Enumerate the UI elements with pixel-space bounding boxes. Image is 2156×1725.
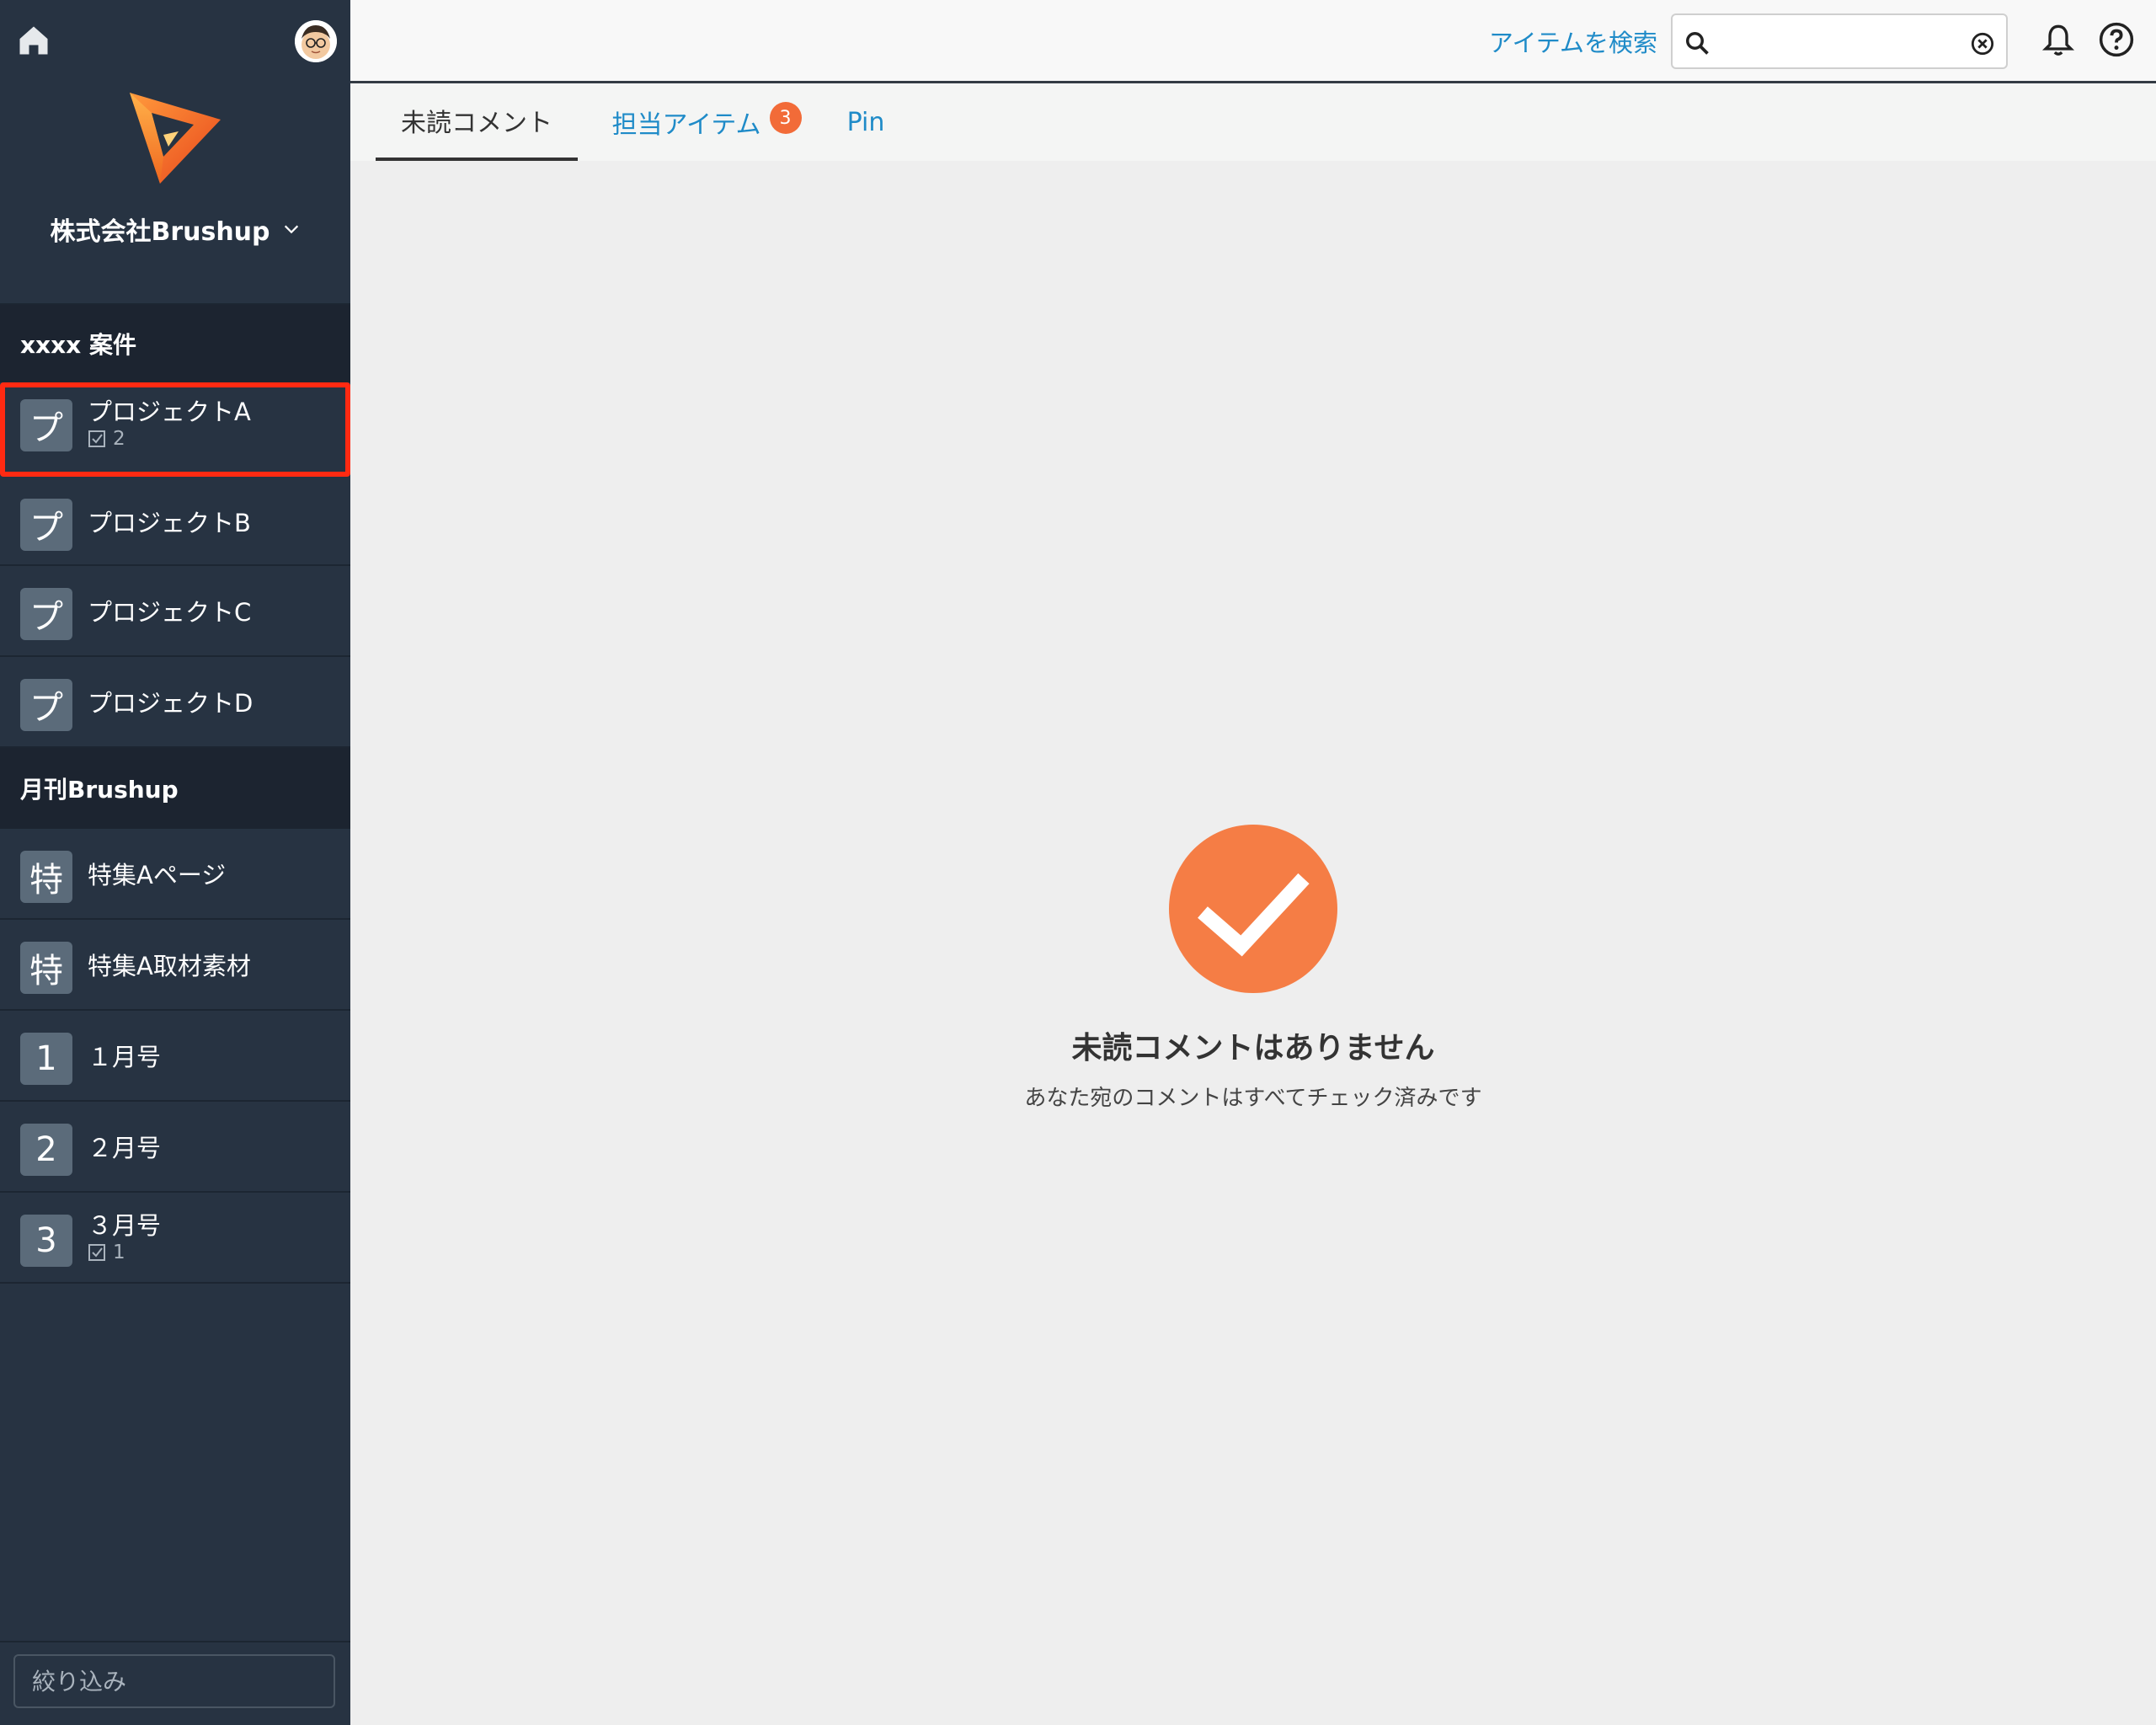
section-header-xxxx: xxxx 案件 bbox=[0, 305, 350, 382]
section-title: 月刊Brushup bbox=[20, 776, 179, 804]
task-count-value: 1 bbox=[113, 1242, 125, 1263]
task-count: 1 bbox=[88, 1242, 125, 1263]
sidebar-item-feature-a-page[interactable]: 特 特集Aページ bbox=[0, 829, 350, 920]
filter-input[interactable] bbox=[13, 1654, 335, 1708]
sidebar-item-label: 特集Aページ bbox=[88, 861, 227, 889]
item-search-link[interactable]: アイテムを検索 bbox=[1489, 24, 1657, 59]
help-icon[interactable] bbox=[2099, 22, 2134, 57]
project-tile: 1 bbox=[20, 1033, 72, 1085]
org-switcher[interactable]: 株式会社Brushup bbox=[0, 209, 350, 249]
project-tile: 特 bbox=[20, 851, 72, 903]
checkbox-icon bbox=[88, 430, 105, 447]
sidebar-item-march[interactable]: 3 ３月号 1 bbox=[0, 1193, 350, 1284]
clear-icon[interactable] bbox=[1971, 32, 1994, 56]
tab-label: 未読コメント bbox=[401, 109, 552, 138]
sidebar-item-label: ３月号 bbox=[88, 1211, 162, 1240]
sidebar-item-january[interactable]: 1 １月号 bbox=[0, 1011, 350, 1102]
sidebar-item-label: プロジェクトC bbox=[88, 598, 252, 627]
check-circle-icon bbox=[1169, 825, 1337, 993]
sidebar-item-project-b[interactable]: プ プロジェクトB bbox=[0, 477, 350, 566]
project-tile: 2 bbox=[20, 1124, 72, 1176]
project-tile: プ bbox=[20, 499, 72, 551]
search-icon bbox=[1686, 32, 1709, 55]
app-root: 株式会社Brushup xxxx 案件 プ プロジェクトA 2 プ プロジェクト… bbox=[0, 0, 2156, 1725]
brushup-logo bbox=[126, 88, 226, 187]
tab-bar: 未読コメント 担当アイテム 3 Pin bbox=[350, 83, 2156, 161]
bell-icon[interactable] bbox=[2041, 22, 2075, 59]
count-badge: 3 bbox=[769, 102, 802, 134]
chevron-down-icon bbox=[284, 225, 298, 234]
sidebar-item-label: プロジェクトA bbox=[88, 398, 251, 426]
project-tile: 特 bbox=[20, 942, 72, 994]
sidebar-header: 株式会社Brushup bbox=[0, 0, 350, 305]
task-count-value: 2 bbox=[113, 428, 125, 450]
sidebar-item-project-a[interactable]: プ プロジェクトA 2 bbox=[0, 382, 350, 477]
sidebar-item-label: １月号 bbox=[88, 1043, 162, 1071]
project-tile: プ bbox=[20, 679, 72, 731]
home-icon[interactable] bbox=[15, 22, 52, 59]
section-title: xxxx 案件 bbox=[20, 331, 136, 359]
search-input[interactable] bbox=[1720, 22, 1959, 62]
empty-state: 未読コメントはありません あなた宛のコメントはすべてチェック済みです bbox=[350, 161, 2156, 1725]
avatar[interactable] bbox=[295, 20, 337, 62]
search-box bbox=[1671, 13, 2008, 69]
tab-unread-comments[interactable]: 未読コメント bbox=[376, 83, 578, 161]
task-count: 2 bbox=[88, 428, 125, 450]
project-tile: プ bbox=[20, 588, 72, 640]
tab-pin[interactable]: Pin bbox=[832, 83, 899, 161]
empty-state-description: あなた宛のコメントはすべてチェック済みです bbox=[1024, 1086, 1482, 1111]
tab-assigned-items[interactable]: 担当アイテム 3 bbox=[601, 83, 812, 161]
sidebar-item-label: プロジェクトD bbox=[88, 689, 253, 718]
sidebar-item-february[interactable]: 2 ２月号 bbox=[0, 1102, 350, 1193]
sidebar-item-label: ２月号 bbox=[88, 1134, 162, 1162]
org-name: 株式会社Brushup bbox=[50, 217, 270, 247]
empty-state-title: 未読コメントはありません bbox=[1071, 1031, 1435, 1065]
sidebar-item-label: プロジェクトB bbox=[88, 509, 251, 537]
project-tile: プ bbox=[20, 399, 72, 451]
sidebar-item-project-c[interactable]: プ プロジェクトC bbox=[0, 566, 350, 657]
sidebar-filter-area bbox=[0, 1641, 350, 1725]
section-header-monthly: 月刊Brushup bbox=[0, 748, 350, 829]
sidebar-item-label: 特集A取材素材 bbox=[88, 952, 251, 980]
checkbox-icon bbox=[88, 1244, 105, 1261]
sidebar: 株式会社Brushup xxxx 案件 プ プロジェクトA 2 プ プロジェクト… bbox=[0, 0, 350, 1725]
topbar: アイテムを検索 bbox=[350, 0, 2156, 83]
sidebar-item-feature-a-material[interactable]: 特 特集A取材素材 bbox=[0, 920, 350, 1011]
sidebar-item-project-d[interactable]: プ プロジェクトD bbox=[0, 657, 350, 748]
tab-label: 担当アイテム bbox=[611, 110, 761, 140]
tab-label: Pin bbox=[846, 107, 885, 137]
project-tile: 3 bbox=[20, 1215, 72, 1267]
